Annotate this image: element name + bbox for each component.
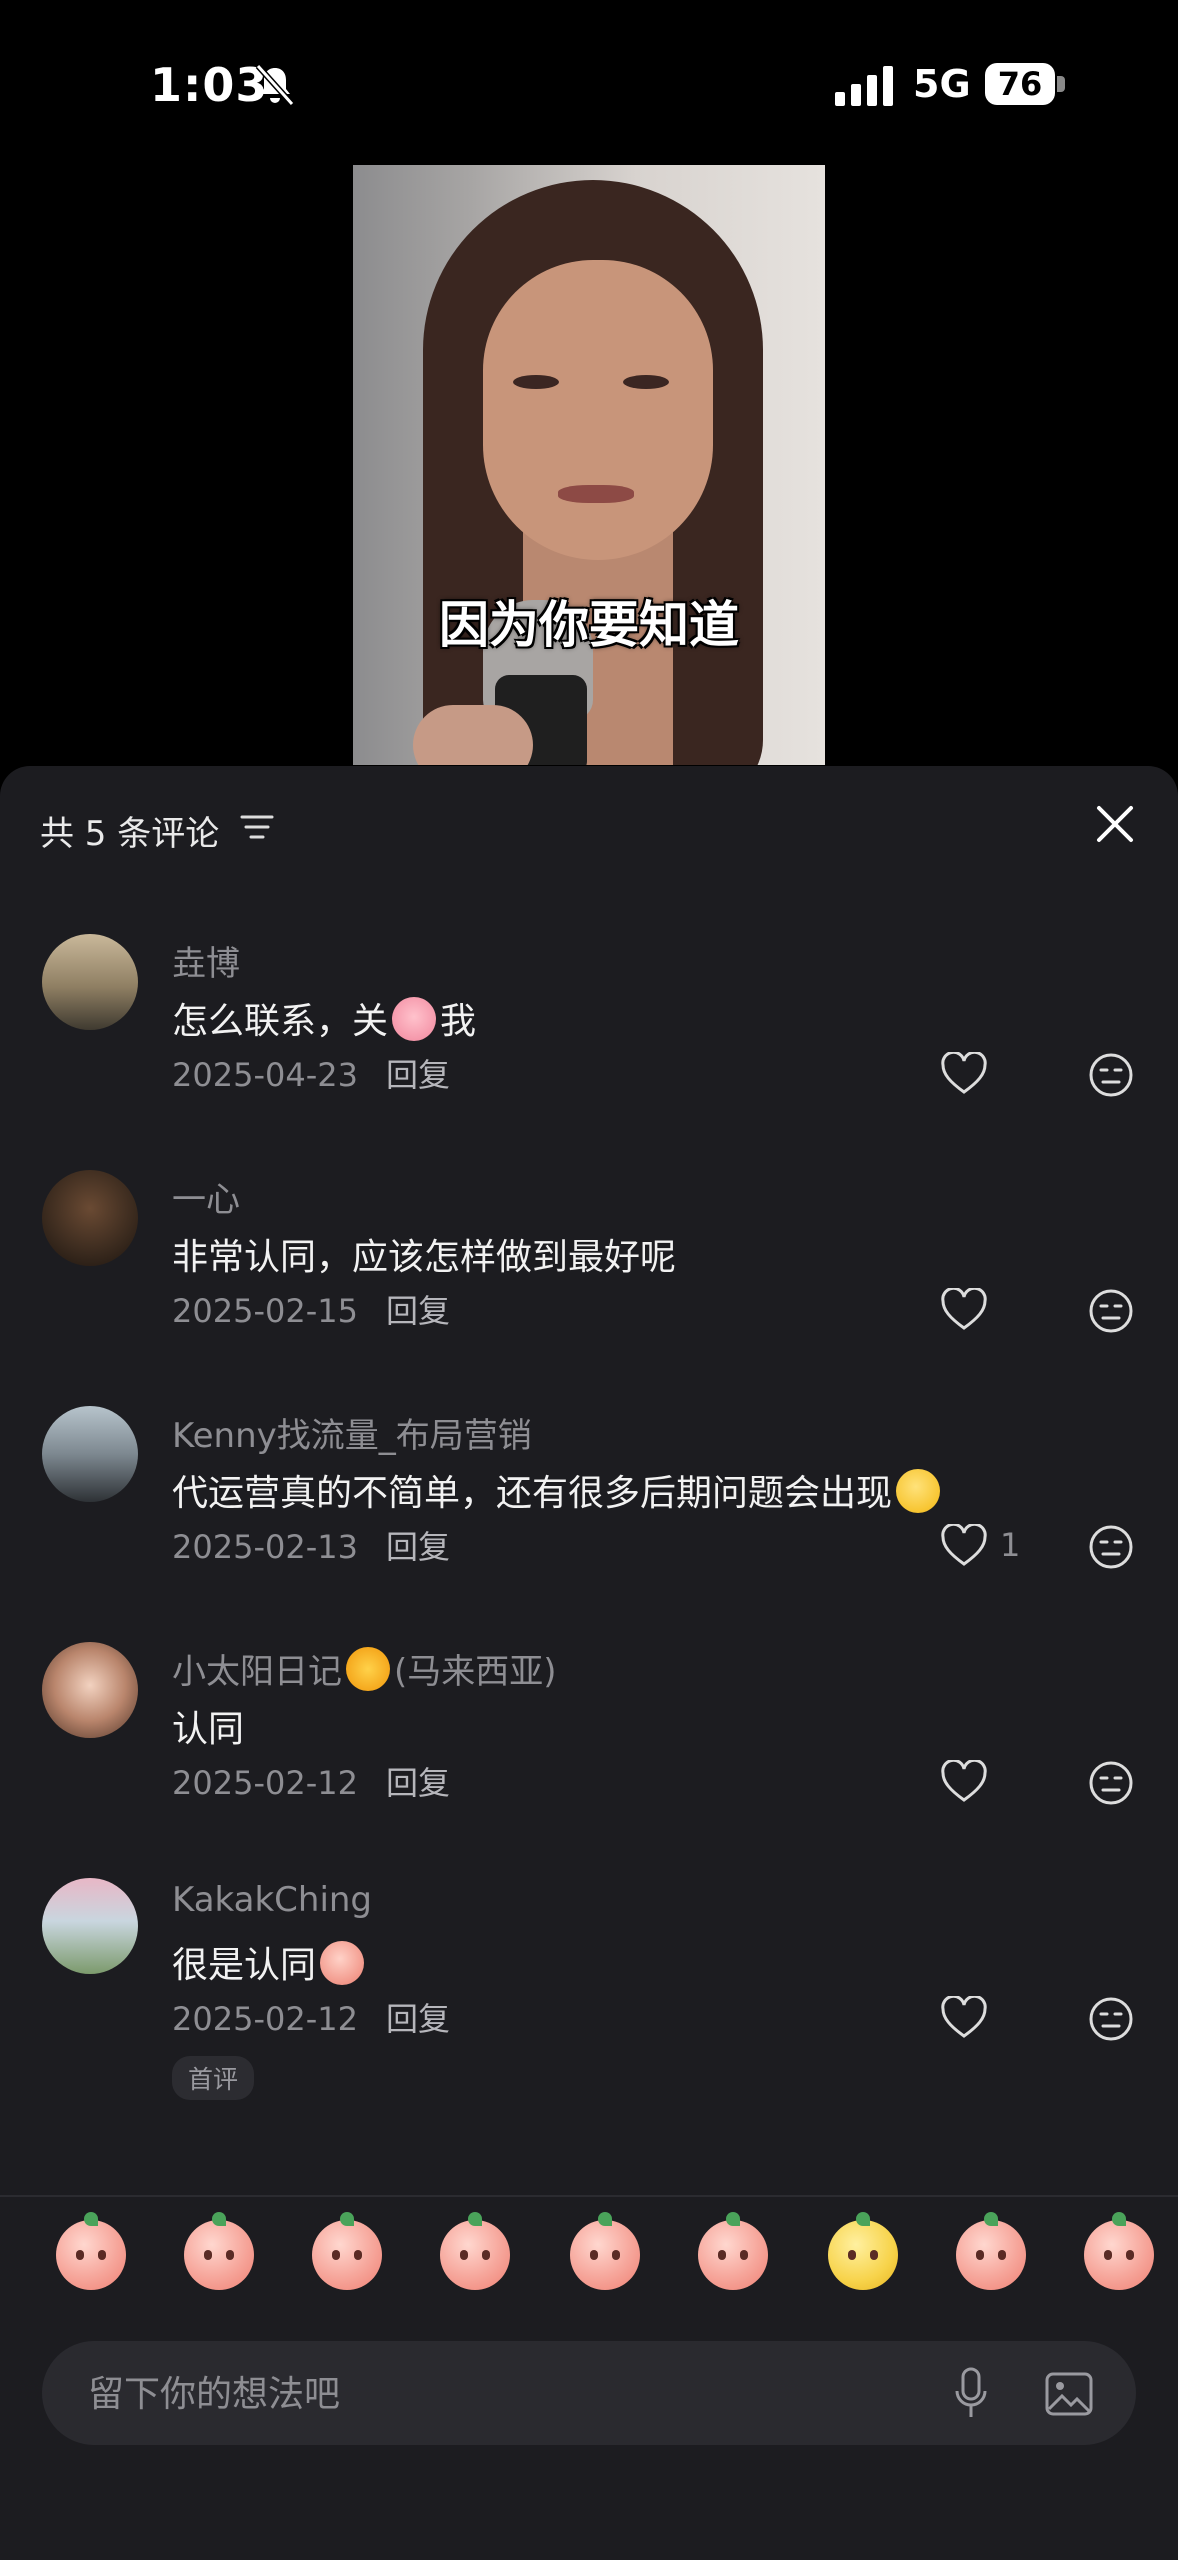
comment-username[interactable]: 一心	[172, 1172, 240, 1221]
laugh-cry-emoji-icon[interactable]	[440, 2212, 510, 2290]
divider	[0, 2195, 1178, 2197]
smile-emoji-icon[interactable]	[570, 2212, 640, 2290]
comment-item: 一心 非常认同，应该怎样做到最好呢 2025-02-15 回复	[0, 1170, 1178, 1406]
network-type: 5G	[913, 62, 971, 106]
video-player[interactable]: 因为你要知道	[353, 165, 825, 765]
status-time: 1:03	[150, 58, 269, 112]
angry-emoji-icon[interactable]	[1084, 2212, 1154, 2290]
comment-text: 非常认同，应该怎样做到最好呢	[172, 1237, 677, 1278]
status-bar: 1:03 5G 76	[0, 0, 1178, 170]
comment-username[interactable]: 小太阳日记 (马来西亚)	[172, 1644, 557, 1693]
like-count: 1	[1000, 1526, 1021, 1564]
face-with-hand-over-mouth-icon	[896, 1469, 941, 1513]
comment-input[interactable]	[86, 2341, 950, 2447]
comment-item: 垚博 怎么联系，关 我 2025-04-23 回复	[0, 934, 1178, 1170]
thinking-emoji-icon[interactable]	[698, 2212, 768, 2290]
avatar[interactable]	[42, 1642, 138, 1738]
comment-item: 小太阳日记 (马来西亚) 认同 2025-02-12 回复	[0, 1642, 1178, 1878]
peach-sticker-icon	[320, 1941, 365, 1985]
comment-meta: 2025-02-12 回复	[172, 1994, 450, 2040]
reply-button[interactable]: 回复	[386, 1764, 450, 1802]
comment-meta: 2025-04-23 回复	[172, 1050, 450, 1096]
comment-username[interactable]: KakakChing	[172, 1880, 372, 1920]
heart-icon[interactable]	[940, 1524, 988, 1568]
pig-face-icon	[392, 997, 437, 1041]
avatar[interactable]	[42, 1170, 138, 1266]
comment-date: 2025-04-23	[172, 1056, 358, 1094]
cover-mouth-emoji-icon[interactable]	[312, 2212, 382, 2290]
comment-username-suffix: (马来西亚)	[394, 1652, 557, 1692]
dislike-face-icon[interactable]	[1088, 1760, 1134, 1806]
comment-text-part: 我	[440, 1001, 477, 1042]
sun-icon	[346, 1647, 390, 1691]
comment-meta: 2025-02-13 回复	[172, 1522, 450, 1568]
reply-button[interactable]: 回复	[386, 1292, 450, 1330]
comment-meta: 2025-02-12 回复	[172, 1758, 450, 1804]
first-comment-badge: 首评	[172, 2056, 255, 2100]
comment-item: Kenny找流量_布局营销 代运营真的不简单，还有很多后期问题会出现 2025-…	[0, 1406, 1178, 1642]
bell-muted-icon	[255, 63, 295, 107]
comment-item: KakakChing 很是认同 2025-02-12 回复 首评	[0, 1878, 1178, 2114]
comments-count-title: 共 5 条评论	[40, 814, 220, 854]
microphone-icon[interactable]	[954, 2367, 988, 2421]
battery-icon: 76	[985, 63, 1067, 105]
surprised-dog-emoji-icon[interactable]	[828, 2212, 898, 2290]
battery-level: 76	[985, 63, 1055, 105]
comment-date: 2025-02-13	[172, 1528, 358, 1566]
dislike-face-icon[interactable]	[1088, 1052, 1134, 1098]
dislike-face-icon[interactable]	[1088, 1288, 1134, 1334]
dislike-face-icon[interactable]	[1088, 1996, 1134, 2042]
heart-icon[interactable]	[940, 1760, 988, 1804]
reply-button[interactable]: 回复	[386, 1056, 450, 1094]
heart-icon[interactable]	[940, 1052, 988, 1096]
comment-username[interactable]: 垚博	[172, 936, 240, 985]
comment-meta: 2025-02-15 回复	[172, 1286, 450, 1332]
sob-emoji-icon[interactable]	[956, 2212, 1026, 2290]
comment-text-part: 很是认同	[172, 1945, 317, 1986]
sort-icon[interactable]	[240, 812, 274, 842]
avatar[interactable]	[42, 1406, 138, 1502]
comment-text-part: 怎么联系，关	[172, 1001, 389, 1042]
avatar[interactable]	[42, 1878, 138, 1974]
close-icon[interactable]	[1095, 804, 1135, 844]
video-caption: 因为你要知道	[439, 596, 739, 654]
reply-button[interactable]: 回复	[386, 2000, 450, 2038]
heart-icon[interactable]	[940, 1996, 988, 2040]
comment-date: 2025-02-12	[172, 2000, 358, 2038]
comment-text: 很是认同	[172, 1936, 368, 1988]
comment-text: 代运营真的不简单，还有很多后期问题会出现	[172, 1464, 944, 1516]
avatar[interactable]	[42, 934, 138, 1030]
comment-username[interactable]: Kenny找流量_布局营销	[172, 1408, 532, 1457]
dislike-face-icon[interactable]	[1088, 1524, 1134, 1570]
heart-icon[interactable]	[940, 1288, 988, 1332]
comment-date: 2025-02-12	[172, 1764, 358, 1802]
emoji-quick-bar	[0, 2212, 1178, 2310]
comment-text-part: 代运营真的不简单，还有很多后期问题会出现	[172, 1473, 893, 1514]
comment-text: 认同	[172, 1709, 245, 1750]
comment-input-bar	[42, 2341, 1136, 2447]
reply-button[interactable]: 回复	[386, 1528, 450, 1566]
kiss-emoji-icon[interactable]	[56, 2212, 126, 2290]
comment-username-text: 小太阳日记	[172, 1652, 342, 1692]
comment-date: 2025-02-15	[172, 1292, 358, 1330]
image-picker-icon[interactable]	[1044, 2371, 1094, 2417]
crying-tears-emoji-icon[interactable]	[184, 2212, 254, 2290]
cellular-signal-icon	[835, 66, 893, 106]
comment-text: 怎么联系，关 我	[172, 992, 476, 1044]
